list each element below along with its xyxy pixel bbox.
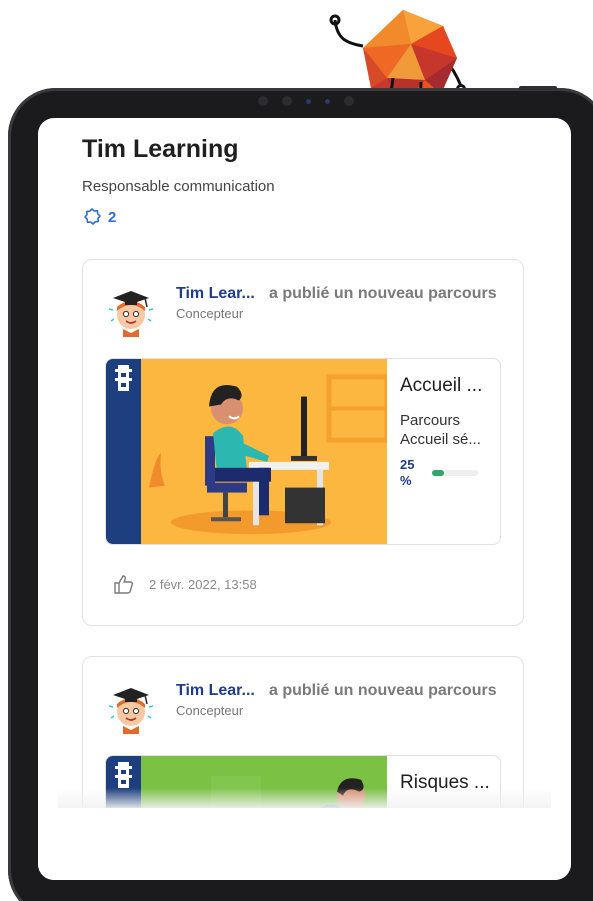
brand-logo-icon [115,365,132,391]
author-role: Concepteur [176,703,244,718]
feed-card: Tim Lear... a publié un nouveau parcours… [82,259,524,626]
course-subtitle-line1: Parcours [400,412,461,429]
course-card[interactable]: Accueil ... Parcours Accueil sé... 25 % [105,358,501,545]
sensor-dot-small [325,98,330,104]
progress-bar [432,470,478,476]
tablet-side-button [519,86,557,90]
progress-percent: 25 % [400,457,418,489]
course-brand-strip [106,359,141,544]
badge-icon [84,208,101,225]
camera-dot [282,96,292,106]
bottom-blank-area [38,808,571,880]
feed-meta: 2 févr. 2022, 13:58 [113,573,257,595]
sensor-dot-right [344,96,354,106]
course-subtitle-line2: Accueil sé... [400,431,481,448]
feed-action-text: a publié un nouveau parcours [269,682,497,699]
thumbs-up-icon[interactable] [113,573,135,595]
profile-name: Tim Learning [82,135,239,163]
camera-lens [306,98,311,104]
camera-bar [258,96,354,106]
badge-count[interactable]: 2 [82,207,116,227]
author-name[interactable]: Tim Lear... [176,285,255,303]
scroll-fade [58,788,551,810]
progress-row: 25 % [400,457,496,489]
sensor-dot [258,96,268,106]
badge-count-value: 2 [108,208,117,226]
course-subtitle: Parcours Accueil sé... [400,411,496,449]
app-screen: Tim Learning Responsable communication 2… [38,118,571,880]
course-illustration [141,359,387,544]
author-name[interactable]: Tim Lear... [176,682,255,700]
profile-role: Responsable communication [82,178,275,195]
post-date: 2 févr. 2022, 13:58 [149,576,257,592]
feed-action-text: a publié un nouveau parcours [269,285,497,302]
course-title[interactable]: Accueil ... [400,375,496,397]
author-role: Concepteur [176,306,244,321]
course-info: Accueil ... Parcours Accueil sé... 25 % [400,375,496,489]
progress-unit: % [400,473,412,488]
progress-bar-fill [432,470,444,476]
author-avatar[interactable] [105,285,157,337]
progress-value: 25 [400,457,415,472]
author-avatar[interactable] [105,682,157,734]
